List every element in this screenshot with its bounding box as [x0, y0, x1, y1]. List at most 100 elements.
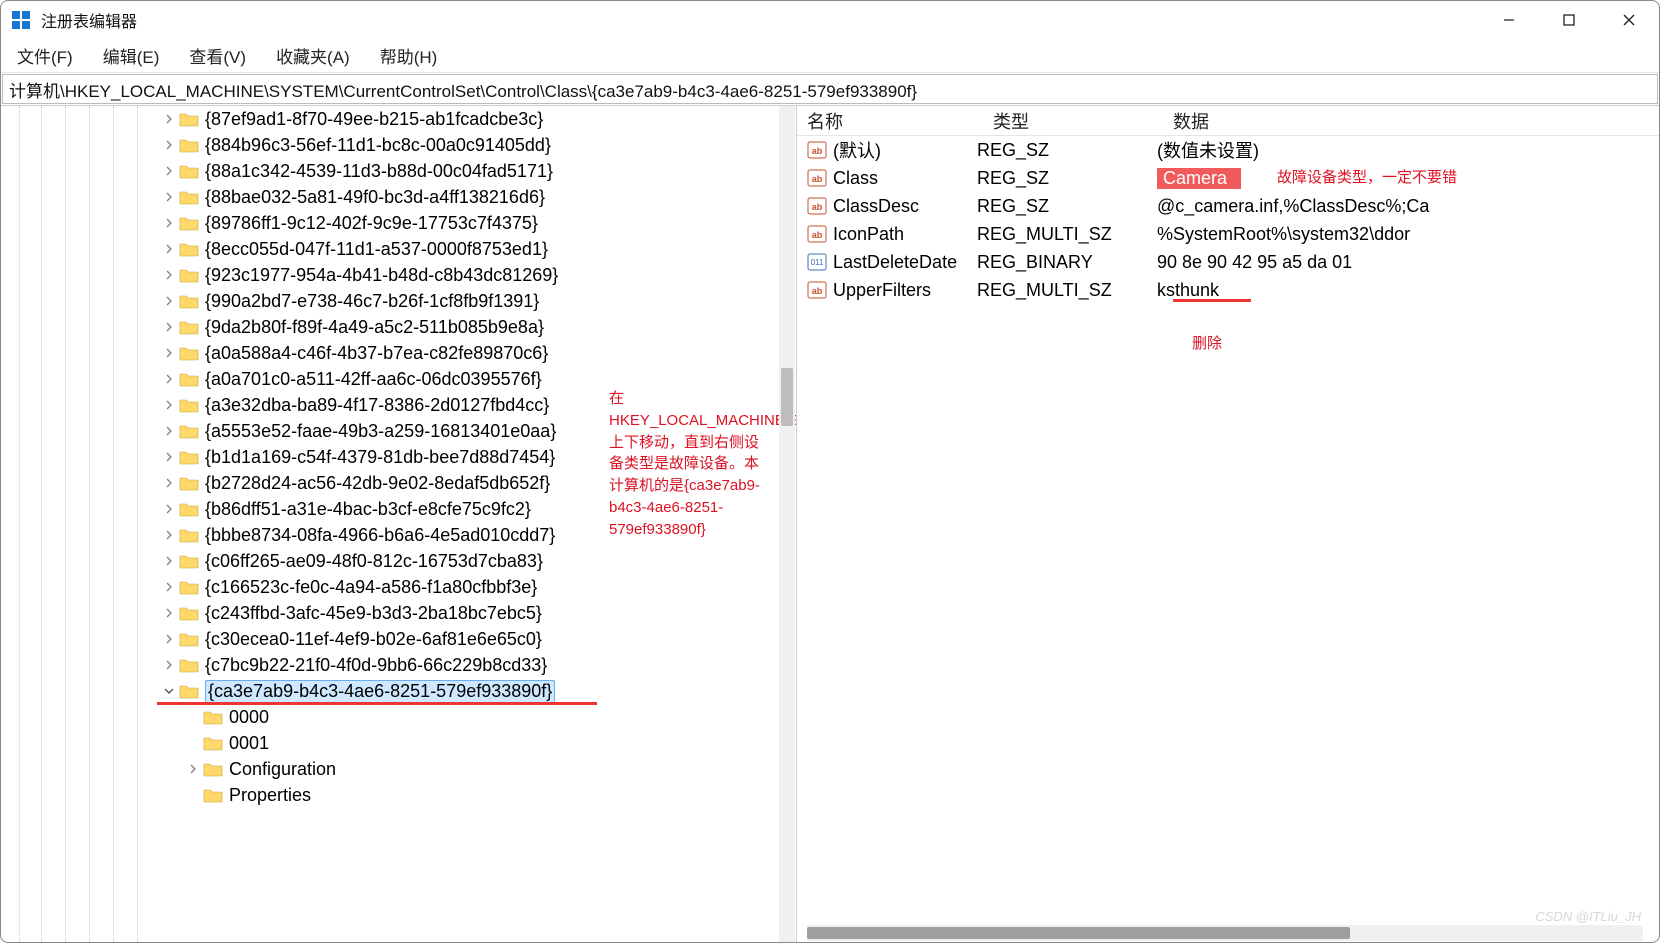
chevron-right-icon[interactable]	[161, 579, 177, 595]
tree-item[interactable]: {923c1977-954a-4b41-b48d-c8b43dc81269}	[1, 262, 796, 288]
tree-item-label: {a5553e52-faae-49b3-a259-16813401e0aa}	[205, 421, 556, 442]
folder-icon	[179, 189, 199, 205]
chevron-right-icon[interactable]	[161, 163, 177, 179]
tree-item-label: {8ecc055d-047f-11d1-a537-0000f8753ed1}	[205, 239, 548, 260]
values-horizontal-scrollbar[interactable]	[807, 925, 1643, 941]
value-row[interactable]: ab(默认)REG_SZ(数值未设置)	[797, 136, 1659, 164]
tree-vertical-scrollbar[interactable]	[779, 106, 795, 942]
chevron-right-icon[interactable]	[161, 267, 177, 283]
tree-item-label: {c06ff265-ae09-48f0-812c-16753d7cba83}	[205, 551, 543, 572]
tree-item-label: {c166523c-fe0c-4a94-a586-f1a80cfbbf3e}	[205, 577, 537, 598]
tree-item[interactable]: {990a2bd7-e738-46c7-b26f-1cf8fb9f1391}	[1, 288, 796, 314]
tree-item-selected[interactable]: {ca3e7ab9-b4c3-4ae6-8251-579ef933890f}	[1, 678, 796, 704]
menu-edit[interactable]: 编辑(E)	[97, 41, 166, 70]
registry-editor-window: 注册表编辑器 文件(F) 编辑(E) 查看(V) 收藏夹(A) 帮助(H) 计算…	[0, 0, 1660, 943]
chevron-right-icon[interactable]	[161, 319, 177, 335]
chevron-right-icon[interactable]	[185, 761, 201, 777]
folder-icon	[179, 423, 199, 439]
scrollbar-thumb[interactable]	[781, 368, 793, 426]
svg-text:011: 011	[811, 258, 824, 267]
tree-item-label: {a3e32dba-ba89-4f17-8386-2d0127fbd4cc}	[205, 395, 549, 416]
tree-item[interactable]: {c30ecea0-11ef-4ef9-b02e-6af81e6e65c0}	[1, 626, 796, 652]
tree-item[interactable]: {884b96c3-56ef-11d1-bc8c-00a0c91405dd}	[1, 132, 796, 158]
close-button[interactable]	[1599, 1, 1659, 39]
value-row[interactable]: abIconPathREG_MULTI_SZ%SystemRoot%\syste…	[797, 220, 1659, 248]
chevron-right-icon[interactable]	[161, 241, 177, 257]
tree-item[interactable]: 0000	[1, 704, 796, 730]
address-bar[interactable]: 计算机\HKEY_LOCAL_MACHINE\SYSTEM\CurrentCon…	[2, 74, 1658, 104]
chevron-right-icon[interactable]	[161, 527, 177, 543]
chevron-right-icon[interactable]	[161, 631, 177, 647]
tree-item[interactable]: Properties	[1, 782, 796, 808]
chevron-right-icon[interactable]	[161, 111, 177, 127]
value-type: REG_SZ	[977, 196, 1157, 217]
header-type[interactable]: 类型	[993, 108, 1173, 134]
folder-icon	[179, 553, 199, 569]
chevron-right-icon[interactable]	[161, 553, 177, 569]
chevron-right-icon[interactable]	[161, 501, 177, 517]
value-name: IconPath	[833, 224, 904, 245]
tree-item[interactable]: {a0a588a4-c46f-4b37-b7ea-c82fe89870c6}	[1, 340, 796, 366]
value-data: 90 8e 90 42 95 a5 da 01	[1157, 252, 1659, 273]
window-title: 注册表编辑器	[41, 8, 137, 32]
chevron-right-icon[interactable]	[161, 657, 177, 673]
chevron-down-icon[interactable]	[161, 683, 177, 699]
chevron-right-icon[interactable]	[161, 215, 177, 231]
chevron-right-icon[interactable]	[161, 345, 177, 361]
folder-icon	[179, 215, 199, 231]
folder-icon	[179, 345, 199, 361]
annotation-device-type: 故障设备类型，一定不要错	[1277, 166, 1457, 187]
chevron-right-icon[interactable]	[161, 605, 177, 621]
string-value-icon: ab	[807, 197, 827, 215]
tree-item-label: {c30ecea0-11ef-4ef9-b02e-6af81e6e65c0}	[205, 629, 542, 650]
tree-item[interactable]: {88bae032-5a81-49f0-bc3d-a4ff138216d6}	[1, 184, 796, 210]
tree-item-label: {89786ff1-9c12-402f-9c9e-17753c7f4375}	[205, 213, 538, 234]
folder-icon	[179, 631, 199, 647]
tree-item-label: {a0a701c0-a511-42ff-aa6c-06dc0395576f}	[205, 369, 542, 390]
chevron-right-icon[interactable]	[161, 423, 177, 439]
svg-text:ab: ab	[812, 286, 823, 296]
value-row[interactable]: abClassDescREG_SZ@c_camera.inf,%ClassDes…	[797, 192, 1659, 220]
menubar: 文件(F) 编辑(E) 查看(V) 收藏夹(A) 帮助(H)	[1, 39, 1659, 73]
tree-item[interactable]: {c06ff265-ae09-48f0-812c-16753d7cba83}	[1, 548, 796, 574]
tree-pane[interactable]: {87ef9ad1-8f70-49ee-b215-ab1fcadcbe3c}{8…	[1, 106, 797, 942]
tree-item[interactable]: {87ef9ad1-8f70-49ee-b215-ab1fcadcbe3c}	[1, 106, 796, 132]
menu-help[interactable]: 帮助(H)	[374, 41, 444, 70]
tree-item[interactable]: {c7bc9b22-21f0-4f0d-9bb6-66c229b8cd33}	[1, 652, 796, 678]
tree-item[interactable]: {8ecc055d-047f-11d1-a537-0000f8753ed1}	[1, 236, 796, 262]
chevron-right-icon[interactable]	[161, 475, 177, 491]
value-row[interactable]: abClassREG_SZCamera	[797, 164, 1659, 192]
value-name: Class	[833, 168, 878, 189]
minimize-button[interactable]	[1479, 1, 1539, 39]
tree-item[interactable]: {89786ff1-9c12-402f-9c9e-17753c7f4375}	[1, 210, 796, 236]
folder-icon	[179, 137, 199, 153]
value-type: REG_MULTI_SZ	[977, 224, 1157, 245]
values-pane[interactable]: 名称 类型 数据 ab(默认)REG_SZ(数值未设置)abClassREG_S…	[797, 106, 1659, 942]
folder-icon	[179, 501, 199, 517]
binary-value-icon: 011	[807, 253, 827, 271]
tree-item[interactable]: {88a1c342-4539-11d3-b88d-00c04fad5171}	[1, 158, 796, 184]
chevron-right-icon[interactable]	[161, 137, 177, 153]
chevron-right-icon[interactable]	[161, 449, 177, 465]
menu-favorites[interactable]: 收藏夹(A)	[270, 41, 356, 70]
chevron-right-icon[interactable]	[161, 189, 177, 205]
values-header[interactable]: 名称 类型 数据	[797, 106, 1659, 136]
scrollbar-thumb[interactable]	[807, 927, 1350, 939]
tree-item[interactable]: {9da2b80f-f89f-4a49-a5c2-511b085b9e8a}	[1, 314, 796, 340]
tree-item[interactable]: {c243ffbd-3afc-45e9-b3d3-2ba18bc7ebc5}	[1, 600, 796, 626]
tree-item[interactable]: {c166523c-fe0c-4a94-a586-f1a80cfbbf3e}	[1, 574, 796, 600]
tree-item[interactable]: Configuration	[1, 756, 796, 782]
value-row[interactable]: 011LastDeleteDateREG_BINARY90 8e 90 42 9…	[797, 248, 1659, 276]
tree-item[interactable]: 0001	[1, 730, 796, 756]
chevron-right-icon[interactable]	[161, 293, 177, 309]
menu-view[interactable]: 查看(V)	[183, 41, 252, 70]
header-data[interactable]: 数据	[1173, 108, 1659, 134]
folder-icon	[179, 163, 199, 179]
menu-file[interactable]: 文件(F)	[11, 41, 79, 70]
maximize-button[interactable]	[1539, 1, 1599, 39]
chevron-right-icon[interactable]	[161, 371, 177, 387]
folder-icon	[179, 371, 199, 387]
chevron-right-icon[interactable]	[161, 397, 177, 413]
folder-icon	[179, 657, 199, 673]
header-name[interactable]: 名称	[807, 108, 993, 134]
